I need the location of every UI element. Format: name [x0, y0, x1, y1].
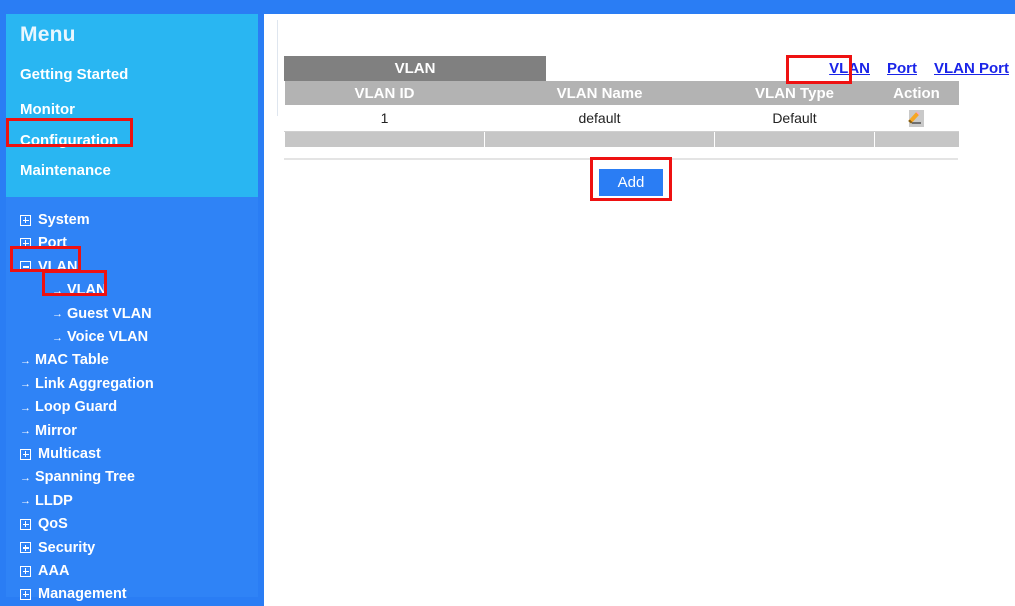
cell-action	[874, 105, 959, 132]
tree-item-label: MAC Table	[35, 352, 109, 369]
tree-item-mirror[interactable]: Mirror	[6, 419, 272, 443]
tree-item-label: LLDP	[35, 492, 73, 509]
tree-bullet-icon	[52, 307, 62, 320]
expand-icon[interactable]	[20, 518, 31, 530]
menu-link-maintenance[interactable]: Maintenance	[20, 162, 111, 179]
tree-item-system[interactable]: System	[6, 208, 272, 232]
tree-item-label: Mirror	[35, 422, 77, 439]
tree-item-label: VLAN	[38, 258, 78, 275]
tree-item-multicast[interactable]: Multicast	[6, 442, 272, 466]
tree-item-security[interactable]: Security	[6, 536, 272, 560]
tree-bullet-icon	[20, 377, 30, 390]
tree-item-vlan[interactable]: VLAN	[6, 278, 304, 302]
tree-item-port[interactable]: Port	[6, 231, 272, 255]
tree-item-label: Loop Guard	[35, 399, 118, 416]
tree-item-label: Link Aggregation	[35, 375, 154, 392]
tree-item-voice-vlan[interactable]: Voice VLAN	[6, 325, 304, 349]
add-button[interactable]: Add	[599, 169, 663, 196]
sidebar: Menu Getting Started Monitor Configurati…	[0, 14, 264, 606]
expand-icon[interactable]	[20, 542, 31, 554]
panel-gap	[264, 14, 278, 606]
filler-cell	[714, 131, 875, 147]
column-header-vlan-name: VLAN Name	[484, 81, 715, 105]
filler-cell	[874, 131, 959, 147]
tree-item-guest-vlan[interactable]: Guest VLAN	[6, 302, 304, 326]
top-header-band	[0, 0, 1015, 14]
tree-bullet-icon	[20, 494, 30, 507]
tree-item-label: System	[38, 212, 90, 228]
tab-links: VLAN Port VLAN Port	[829, 60, 1009, 77]
filler-cell	[284, 131, 485, 147]
menu-panel: Menu Getting Started Monitor Configurati…	[6, 14, 258, 197]
tree-item-label: Management	[38, 586, 127, 603]
tree-item-label: Guest VLAN	[67, 305, 152, 322]
tree-item-label: Voice VLAN	[67, 329, 149, 345]
tree-item-label: VLAN	[67, 282, 107, 299]
expand-icon[interactable]	[20, 565, 31, 577]
tree-bullet-icon	[52, 284, 62, 297]
table-row: 1 default Default	[284, 105, 959, 132]
tree-item-label: Port	[38, 235, 67, 252]
tree-bullet-icon	[20, 471, 30, 484]
table-caption: VLAN	[284, 56, 546, 81]
tree-item-label: Multicast	[38, 446, 101, 462]
tab-link-vlan[interactable]: VLAN	[829, 60, 870, 77]
cell-vlan-id: 1	[284, 105, 485, 132]
edit-pencil-icon[interactable]	[908, 109, 925, 127]
menu-link-monitor[interactable]: Monitor	[20, 101, 75, 118]
column-header-vlan-type: VLAN Type	[714, 81, 875, 105]
tree-item-aaa[interactable]: AAA	[6, 559, 272, 583]
tree-item-spanning-tree[interactable]: Spanning Tree	[6, 465, 272, 489]
tree-item-management[interactable]: Management	[6, 582, 272, 606]
vlan-table: VLAN ID VLAN Name VLAN Type Action 1 defa…	[284, 81, 959, 147]
column-header-action: Action	[874, 81, 959, 105]
tree-bullet-icon	[52, 331, 62, 344]
tab-link-vlan-port[interactable]: VLAN Port	[934, 60, 1009, 77]
menu-link-getting-started[interactable]: Getting Started	[20, 66, 128, 83]
filler-cell	[484, 131, 715, 147]
tab-link-port[interactable]: Port	[887, 60, 917, 77]
table-header-row: VLAN ID VLAN Name VLAN Type Action	[284, 81, 959, 105]
table-filler-row	[284, 131, 959, 147]
table-bottom-rule	[284, 158, 958, 160]
tree-item-vlan[interactable]: VLAN	[6, 255, 272, 279]
expand-icon[interactable]	[20, 237, 31, 249]
menu-title: Menu	[20, 23, 76, 46]
expand-icon[interactable]	[20, 588, 31, 600]
column-header-vlan-id: VLAN ID	[284, 81, 485, 105]
expand-icon[interactable]	[20, 214, 31, 226]
menu-link-configuration[interactable]: Configuration	[20, 132, 118, 149]
tree-item-loop-guard[interactable]: Loop Guard	[6, 395, 272, 419]
navigation-tree: System Port VLAN VLAN Guest VLAN Voice VLAN MA…	[6, 197, 258, 602]
tree-item-mac-table[interactable]: MAC Table	[6, 348, 272, 372]
tree-item-label: QoS	[38, 516, 68, 533]
expand-icon[interactable]	[20, 448, 31, 460]
tree-bullet-icon	[20, 424, 30, 437]
tree-item-qos[interactable]: QoS	[6, 512, 272, 536]
main-content: VLAN Port VLAN Port VLAN VLAN ID VLAN Name…	[278, 14, 1015, 606]
tree-bullet-icon	[20, 401, 30, 414]
tree-item-lldp[interactable]: LLDP	[6, 489, 272, 513]
cell-vlan-type: Default	[714, 105, 875, 132]
tree-item-label: Security	[38, 539, 96, 556]
tree-item-label: AAA	[38, 563, 70, 579]
tree-bullet-icon	[20, 354, 30, 367]
tree-item-link-aggregation[interactable]: Link Aggregation	[6, 372, 272, 396]
collapse-icon[interactable]	[20, 261, 31, 273]
cell-vlan-name: default	[484, 105, 715, 132]
tree-item-label: Spanning Tree	[35, 469, 135, 486]
